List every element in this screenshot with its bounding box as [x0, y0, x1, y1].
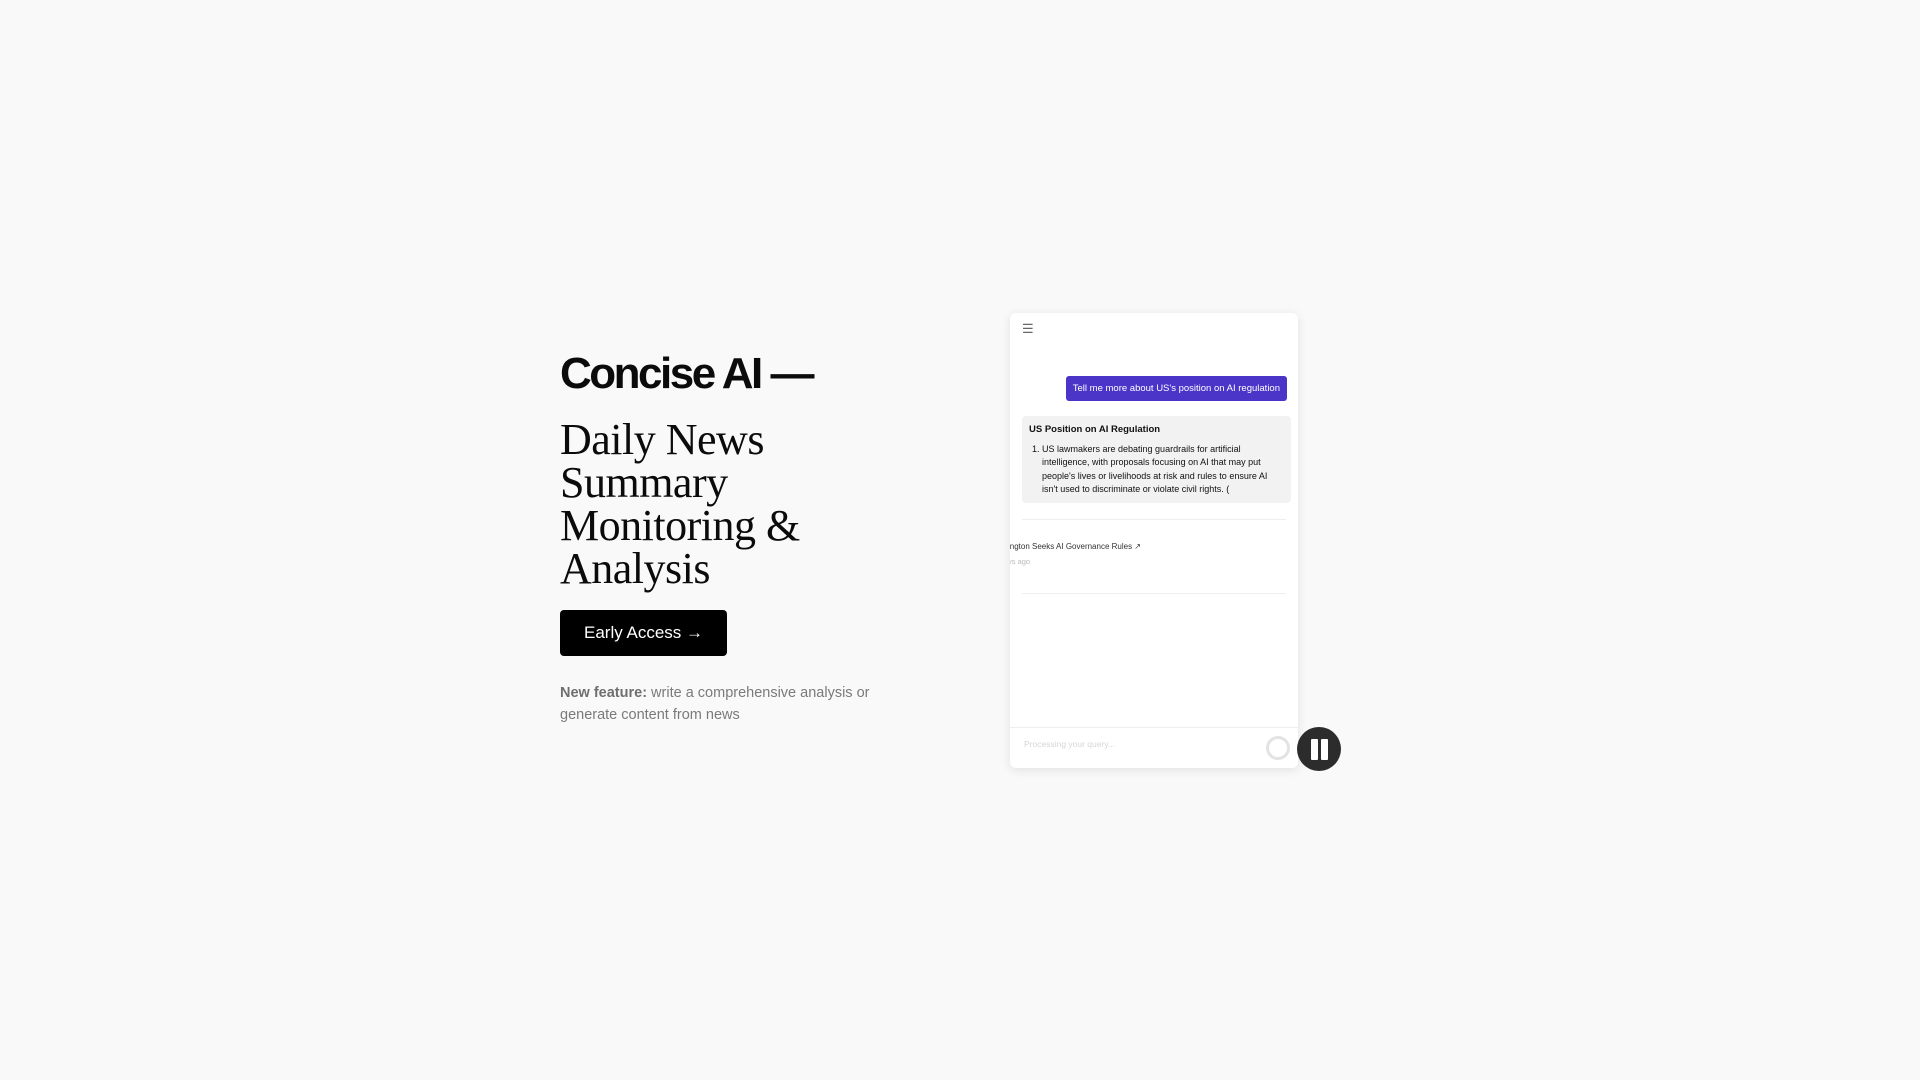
answer-list: US lawmakers are debating guardrails for… — [1029, 443, 1284, 497]
headline: Daily News Summary Monitoring & Analysis — [560, 415, 900, 593]
pause-icon — [1311, 739, 1318, 760]
news-link[interactable]: ington Seeks AI Governance Rules ↗ — [1010, 542, 1141, 551]
early-access-button[interactable]: Early Access → — [560, 610, 728, 656]
assistant-answer: US Position on AI Regulation US lawmaker… — [1022, 416, 1291, 503]
headline-line: Monitoring & — [560, 501, 800, 550]
answer-item: US lawmakers are debating guardrails for… — [1042, 443, 1284, 497]
chat-input-bar — [1010, 727, 1298, 768]
brand-title: Concise AI — — [560, 349, 814, 398]
divider — [1022, 593, 1286, 594]
news-timestamp: ys ago — [1010, 557, 1031, 566]
answer-title: US Position on AI Regulation — [1029, 424, 1161, 435]
pause-icon — [1321, 739, 1328, 760]
hamburger-icon[interactable]: ☰ — [1022, 321, 1034, 337]
loading-spinner-icon[interactable] — [1266, 736, 1290, 760]
user-message-bubble: Tell me more about US's position on AI r… — [1065, 376, 1287, 401]
pause-button[interactable] — [1297, 727, 1341, 771]
feature-note: New feature: write a comprehensive analy… — [560, 682, 880, 726]
headline-line: Daily News — [560, 415, 764, 464]
headline-line: Analysis — [560, 544, 711, 593]
divider — [1022, 519, 1286, 520]
chat-input[interactable] — [1022, 738, 1246, 750]
hero-section: Concise AI — Daily News Summary Monitori… — [560, 350, 900, 726]
chat-demo-window: ☰ Tell me more about US's position on AI… — [1010, 313, 1298, 768]
feature-label: New feature: — [560, 685, 648, 701]
headline-line: Summary — [560, 458, 728, 507]
